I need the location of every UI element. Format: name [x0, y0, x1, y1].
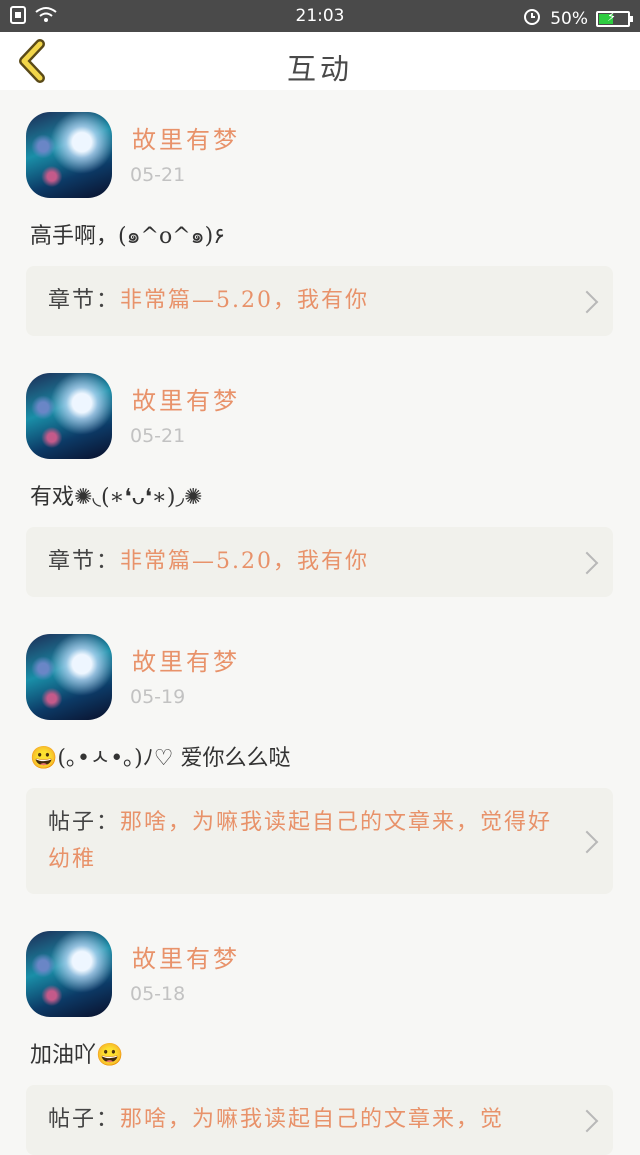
comment-text: 有戏✺◟(∗❛ᴗ❛∗)◞✺ — [30, 485, 203, 510]
comment-date: 05-21 — [130, 425, 186, 447]
chevron-right-icon — [575, 551, 599, 575]
username[interactable]: 故里有梦 — [132, 642, 240, 677]
username[interactable]: 故里有梦 — [132, 381, 240, 416]
reference-label: 章节： — [48, 288, 121, 313]
reference-title: 那啥，为嘛我读起自己的文章来，觉得好幼稚 — [48, 810, 553, 872]
status-right: 50% ⚡ — [522, 6, 633, 31]
reference-text: 帖子：那啥，为嘛我读起自己的文章来，觉得好幼稚 — [48, 804, 568, 878]
comment-date: 05-18 — [130, 983, 186, 1005]
page-title: 互动 — [286, 52, 353, 86]
reference-title: 非常篇—5.20，我有你 — [120, 288, 370, 313]
reference-text: 帖子：那啥，为嘛我读起自己的文章来，觉 — [48, 1101, 568, 1138]
reference-link[interactable]: 帖子：那啥，为嘛我读起自己的文章来，觉 — [26, 1085, 613, 1155]
reference-text: 章节：非常篇—5.20，我有你 — [48, 543, 568, 580]
reference-link[interactable]: 章节：非常篇—5.20，我有你 — [26, 266, 613, 336]
status-bar: 21:03 50% ⚡ — [0, 0, 640, 32]
alarm-icon — [522, 6, 542, 31]
avatar[interactable] — [26, 373, 112, 459]
nav-header: 互动 — [0, 32, 640, 90]
comment-date: 05-21 — [130, 164, 186, 186]
battery-percent: 50% — [550, 8, 588, 29]
reference-label: 帖子： — [48, 810, 121, 835]
username[interactable]: 故里有梦 — [132, 939, 240, 974]
battery-icon: ⚡ — [596, 9, 633, 27]
charging-icon: ⚡ — [607, 9, 617, 25]
comment-text: 加油吖😀 — [30, 1043, 124, 1068]
username[interactable]: 故里有梦 — [132, 120, 240, 155]
list-item: 故里有梦 05-18 加油吖😀 帖子：那啥，为嘛我读起自己的文章来，觉 — [0, 909, 640, 1155]
comment-text: 😀(｡•ㅅ•｡)ﾉ♡ 爱你么么哒 — [30, 746, 291, 771]
reference-text: 章节：非常篇—5.20，我有你 — [48, 282, 568, 319]
avatar[interactable] — [26, 931, 112, 1017]
avatar[interactable] — [26, 634, 112, 720]
chevron-right-icon — [575, 290, 599, 314]
list-item: 故里有梦 05-21 有戏✺◟(∗❛ᴗ❛∗)◞✺ 章节：非常篇—5.20，我有你 — [0, 351, 640, 612]
reference-link[interactable]: 章节：非常篇—5.20，我有你 — [26, 527, 613, 597]
reference-label: 帖子： — [48, 1107, 121, 1132]
reference-label: 章节： — [48, 549, 121, 574]
list-item: 故里有梦 05-19 😀(｡•ㅅ•｡)ﾉ♡ 爱你么么哒 帖子：那啥，为嘛我读起自… — [0, 612, 640, 909]
reference-link[interactable]: 帖子：那啥，为嘛我读起自己的文章来，觉得好幼稚 — [26, 788, 613, 894]
interaction-list: 故里有梦 05-21 高手啊，(๑^o^๑)۶ 章节：非常篇—5.20，我有你 … — [0, 90, 640, 1155]
chevron-right-icon — [575, 1109, 599, 1133]
comment-text: 高手啊，(๑^o^๑)۶ — [30, 224, 226, 249]
comment-date: 05-19 — [130, 686, 186, 708]
reference-title: 那啥，为嘛我读起自己的文章来，觉 — [120, 1107, 505, 1132]
reference-title: 非常篇—5.20，我有你 — [120, 549, 370, 574]
chevron-right-icon — [575, 830, 599, 854]
list-item: 故里有梦 05-21 高手啊，(๑^o^๑)۶ 章节：非常篇—5.20，我有你 — [0, 90, 640, 351]
avatar[interactable] — [26, 112, 112, 198]
